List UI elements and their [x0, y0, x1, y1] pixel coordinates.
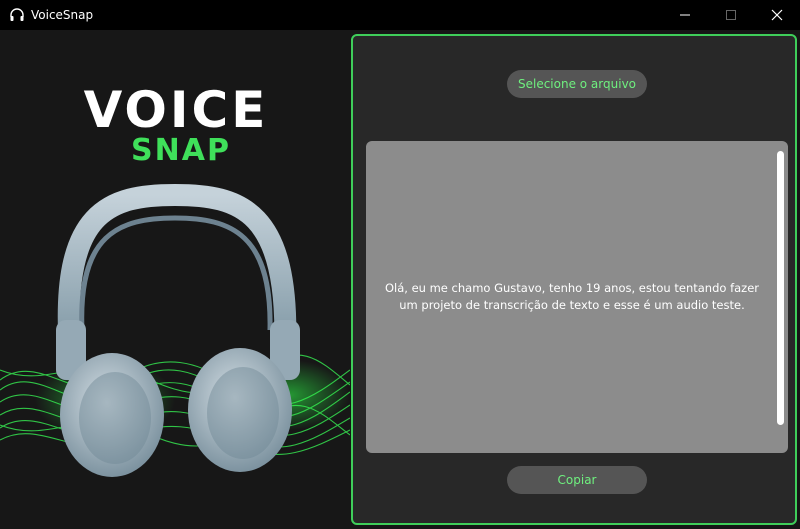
app-window: VoiceSnap VOICE SNAP Selecione o arquivo… — [0, 0, 800, 529]
transcript-scrollbar[interactable] — [777, 151, 784, 425]
window-title: VoiceSnap — [31, 8, 94, 22]
logo-voice: VOICE — [84, 81, 269, 139]
minimize-icon — [680, 14, 690, 16]
headphones-illustration — [56, 183, 300, 477]
transcript-textbox[interactable]: Olá, eu me chamo Gustavo, tenho 19 anos,… — [366, 141, 788, 453]
maximize-button[interactable] — [708, 0, 754, 30]
transcription-panel: Selecione o arquivo Olá, eu me chamo Gus… — [351, 34, 797, 525]
close-button[interactable] — [754, 0, 800, 30]
logo-snap: SNAP — [131, 133, 231, 168]
minimize-button[interactable] — [662, 0, 708, 30]
title-bar[interactable]: VoiceSnap — [0, 0, 800, 30]
close-icon — [771, 9, 783, 21]
brand-artwork: VOICE SNAP — [0, 81, 350, 477]
brand-panel: VOICE SNAP — [0, 30, 350, 529]
window-controls — [662, 0, 800, 30]
transcript-text: Olá, eu me chamo Gustavo, tenho 19 anos,… — [384, 281, 760, 312]
select-file-button[interactable]: Selecione o arquivo — [507, 70, 647, 98]
copy-button[interactable]: Copiar — [507, 466, 647, 494]
headphones-icon — [10, 8, 24, 21]
maximize-icon — [726, 10, 736, 20]
